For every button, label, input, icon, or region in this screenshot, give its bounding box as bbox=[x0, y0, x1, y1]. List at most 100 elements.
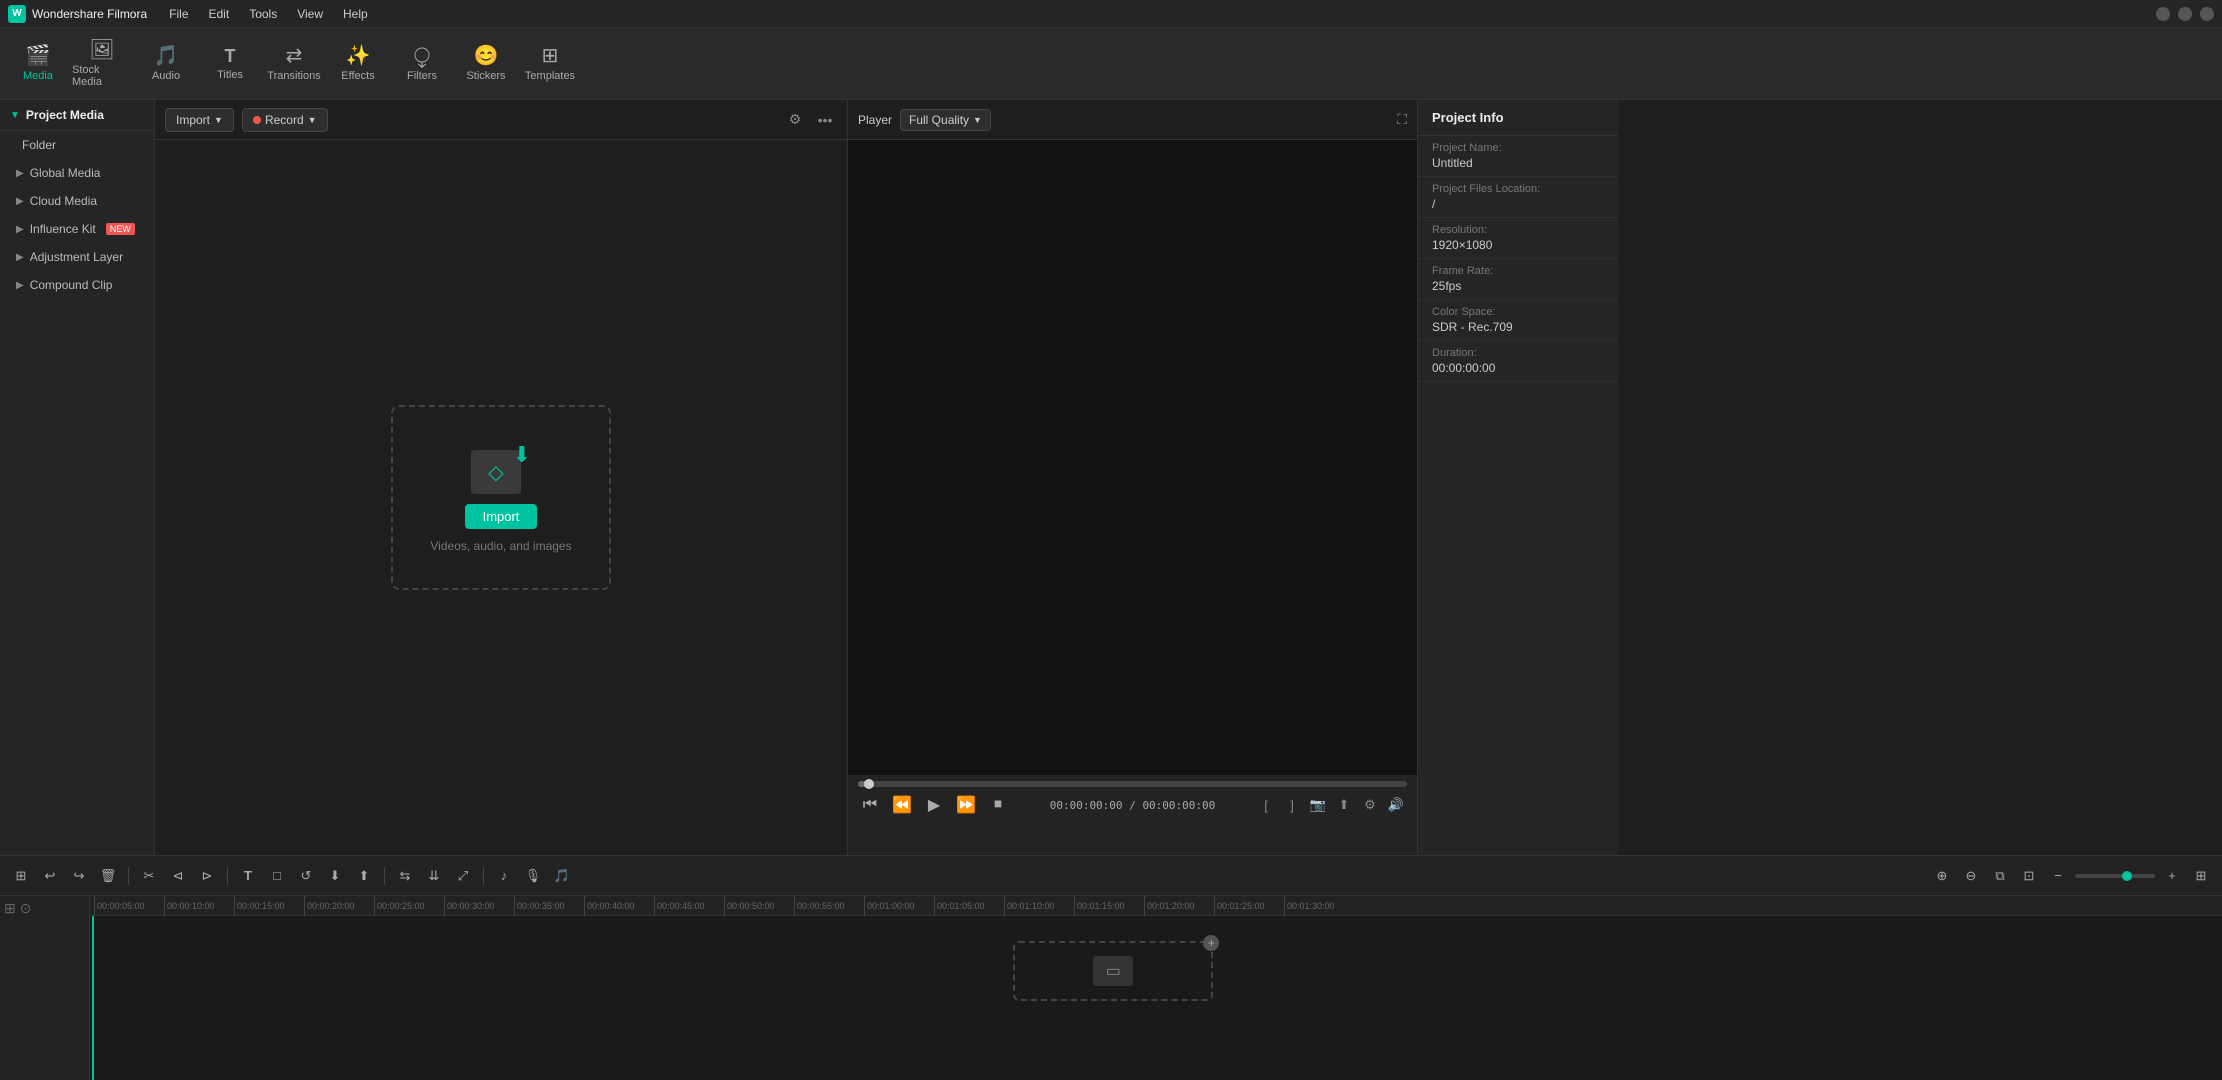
sidebar-item-global-media[interactable]: ▶ Global Media bbox=[0, 159, 154, 187]
titles-icon: T bbox=[225, 47, 236, 65]
menu-edit[interactable]: Edit bbox=[201, 5, 238, 23]
menu-help[interactable]: Help bbox=[335, 5, 376, 23]
tl-expand-button[interactable]: ⤢ bbox=[450, 863, 476, 889]
transitions-icon: ⇄ bbox=[286, 46, 303, 66]
window-minimize[interactable] bbox=[2156, 7, 2170, 21]
stop-button[interactable]: ⏹ bbox=[986, 793, 1010, 817]
toolbar-stock-media[interactable]: 🖼 Stock Media bbox=[72, 34, 132, 94]
tl-speed-btn[interactable]: ⊡ bbox=[2016, 863, 2042, 889]
tl-redo-button[interactable]: ↪ bbox=[66, 863, 92, 889]
window-maximize[interactable] bbox=[2178, 7, 2192, 21]
tl-shape-button[interactable]: □ bbox=[264, 863, 290, 889]
tl-group-button[interactable]: ⇊ bbox=[421, 863, 447, 889]
tl-grid-btn[interactable]: ⊞ bbox=[2188, 863, 2214, 889]
timeline-tracks[interactable]: ▭ + bbox=[90, 916, 2222, 1080]
media-icon: 🎬 bbox=[26, 46, 51, 66]
timeline-playhead[interactable] bbox=[92, 916, 94, 1080]
toolbar-titles[interactable]: T Titles bbox=[200, 34, 260, 94]
toolbar-stickers[interactable]: 😊 Stickers bbox=[456, 34, 516, 94]
time-display: 00:00:00:00 / 00:00:00:00 bbox=[1050, 799, 1216, 812]
player-screen bbox=[848, 140, 1417, 775]
tl-next-cut-button[interactable]: ⊳ bbox=[194, 863, 220, 889]
settings-icon[interactable]: ⚙ bbox=[1359, 794, 1381, 816]
toolbar-transitions[interactable]: ⇄ Transitions bbox=[264, 34, 324, 94]
zoom-slider[interactable] bbox=[2075, 874, 2155, 878]
tl-up-button[interactable]: ⬆ bbox=[351, 863, 377, 889]
toolbar-effects[interactable]: ✨ Effects bbox=[328, 34, 388, 94]
next-frame-button[interactable]: ⏩ bbox=[954, 793, 978, 817]
zoom-slider-handle[interactable] bbox=[2122, 871, 2132, 881]
record-button[interactable]: Record ▼ bbox=[242, 108, 328, 132]
toolbar-templates[interactable]: ⊞ Templates bbox=[520, 34, 580, 94]
ruler-mark-6: 00:00:35:00 bbox=[514, 896, 584, 915]
sidebar-header: ▼ Project Media bbox=[0, 100, 154, 131]
filter-icon[interactable]: ⚙ bbox=[783, 108, 807, 132]
sidebar-item-compound-clip[interactable]: ▶ Compound Clip bbox=[0, 271, 154, 299]
snapshot-icon[interactable]: 📷 bbox=[1307, 794, 1329, 816]
tl-audio-btn[interactable]: ♪ bbox=[491, 863, 517, 889]
tl-divider-1 bbox=[128, 867, 129, 885]
player-fullscreen-icon[interactable]: ⛶ bbox=[1397, 111, 1407, 127]
tl-delete-button[interactable]: 🗑 bbox=[95, 863, 121, 889]
media-toolbar-right: ⚙ ••• bbox=[783, 108, 837, 132]
tl-link-button[interactable]: ⇆ bbox=[392, 863, 418, 889]
time-separator: / bbox=[1129, 799, 1142, 812]
sidebar-item-cloud-media[interactable]: ▶ Cloud Media bbox=[0, 187, 154, 215]
menu-tools[interactable]: Tools bbox=[241, 5, 285, 23]
project-resolution-value: 1920×1080 bbox=[1432, 238, 1604, 252]
in-point-icon[interactable]: [ bbox=[1255, 794, 1277, 816]
sidebar-item-folder[interactable]: Folder bbox=[0, 131, 154, 159]
ruler-mark-11: 00:01:00:00 bbox=[864, 896, 934, 915]
skip-back-button[interactable]: ⏮ bbox=[858, 793, 882, 817]
ruler-mark-14: 00:01:15:00 bbox=[1074, 896, 1144, 915]
import-drop-zone[interactable]: ◇ ⬇ Import Videos, audio, and images bbox=[391, 405, 611, 590]
media-toolbar: Import ▼ Record ▼ ⚙ ••• bbox=[155, 100, 847, 140]
progress-bar[interactable] bbox=[858, 781, 1407, 787]
tl-prev-cut-button[interactable]: ⊲ bbox=[165, 863, 191, 889]
timeline-ruler-and-tracks: 00:00:05:00 00:00:10:00 00:00:15:00 00:0… bbox=[90, 896, 2222, 1080]
import-button[interactable]: Import ▼ bbox=[165, 108, 234, 132]
toolbar-transitions-label: Transitions bbox=[267, 70, 320, 82]
window-close[interactable] bbox=[2200, 7, 2214, 21]
tl-collab-btn[interactable]: ⊕ bbox=[1929, 863, 1955, 889]
tl-cut-button[interactable]: ✂ bbox=[136, 863, 162, 889]
menu-view[interactable]: View bbox=[289, 5, 331, 23]
add-track-icon[interactable]: ⊞ bbox=[4, 900, 16, 917]
tl-merge-btn[interactable]: ⊖ bbox=[1958, 863, 1984, 889]
tl-music-btn[interactable]: 🎵 bbox=[549, 863, 575, 889]
prev-frame-button[interactable]: ⏪ bbox=[890, 793, 914, 817]
player-controls: ⏮ ⏪ ▶ ⏩ ⏹ 00:00:00:00 / 00:00:00:00 [ ] … bbox=[848, 775, 1417, 855]
menu-file[interactable]: File bbox=[161, 5, 196, 23]
toolbar-audio[interactable]: 🎵 Audio bbox=[136, 34, 196, 94]
app-name: Wondershare Filmora bbox=[32, 7, 147, 21]
sidebar-item-influence-kit[interactable]: ▶ Influence Kit NEW bbox=[0, 215, 154, 243]
global-media-arrow: ▶ bbox=[16, 168, 24, 179]
progress-handle[interactable] bbox=[864, 779, 874, 789]
toolbar-filters[interactable]: ⧬ Filters bbox=[392, 34, 452, 94]
toolbar-effects-label: Effects bbox=[341, 70, 374, 82]
zoom-in-button[interactable]: + bbox=[2159, 863, 2185, 889]
tl-undo-button[interactable]: ↩ bbox=[37, 863, 63, 889]
tl-snap-button[interactable]: ⊞ bbox=[8, 863, 34, 889]
out-point-icon[interactable]: ] bbox=[1281, 794, 1303, 816]
tl-mic-btn[interactable]: 🎙 bbox=[520, 863, 546, 889]
tl-split-btn[interactable]: ⧉ bbox=[1987, 863, 2013, 889]
sidebar-item-adjustment-layer[interactable]: ▶ Adjustment Layer bbox=[0, 243, 154, 271]
drag-hint: ▭ + bbox=[1013, 941, 1213, 1001]
tl-down-button[interactable]: ⬇ bbox=[322, 863, 348, 889]
toolbar-media[interactable]: 🎬 Media bbox=[8, 34, 68, 94]
export-frame-icon[interactable]: ⬆ bbox=[1333, 794, 1355, 816]
ruler-mark-7: 00:00:40:00 bbox=[584, 896, 654, 915]
track-settings-icon[interactable]: ⊙ bbox=[20, 900, 32, 917]
more-options-icon[interactable]: ••• bbox=[813, 108, 837, 132]
toolbar-stickers-label: Stickers bbox=[466, 70, 505, 82]
zoom-out-button[interactable]: − bbox=[2045, 863, 2071, 889]
influence-kit-label: Influence Kit bbox=[30, 222, 96, 236]
volume-icon[interactable]: 🔊 bbox=[1385, 794, 1407, 816]
tl-rotate-button[interactable]: ↺ bbox=[293, 863, 319, 889]
toolbar-filters-label: Filters bbox=[407, 70, 437, 82]
import-green-button[interactable]: Import bbox=[465, 504, 538, 529]
quality-selector[interactable]: Full Quality ▼ bbox=[900, 109, 991, 131]
play-button[interactable]: ▶ bbox=[922, 793, 946, 817]
tl-text-button[interactable]: T bbox=[235, 863, 261, 889]
